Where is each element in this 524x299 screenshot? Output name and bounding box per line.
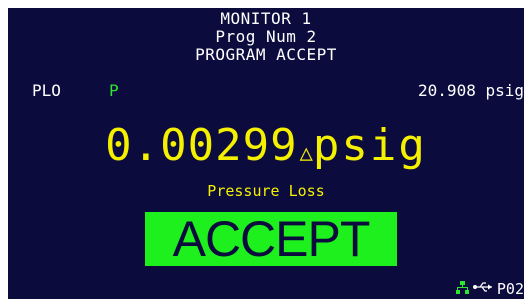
monitor-screen: MONITOR 1 Prog Num 2 PROGRAM ACCEPT PLO … bbox=[8, 8, 524, 299]
program-number: Prog Num 2 bbox=[215, 27, 317, 46]
test-code: PLO bbox=[32, 81, 61, 100]
delta-icon: △ bbox=[299, 141, 313, 166]
monitor-title: MONITOR 1 bbox=[220, 9, 312, 28]
result-value: 0.00299 bbox=[105, 120, 298, 171]
result-readout: 0.00299△psig bbox=[8, 116, 524, 185]
result-unit: psig bbox=[312, 120, 427, 171]
program-status: PROGRAM ACCEPT bbox=[195, 45, 337, 64]
network-icon bbox=[455, 280, 469, 298]
live-pressure-reading: 20.908 psig bbox=[418, 81, 524, 100]
port-label: P02 bbox=[496, 280, 524, 298]
connection-status: P02 bbox=[455, 280, 524, 298]
result-label: Pressure Loss bbox=[207, 182, 325, 200]
verdict-banner: ACCEPT bbox=[145, 212, 397, 266]
usb-icon bbox=[472, 281, 493, 297]
status-flag: P bbox=[109, 81, 119, 100]
